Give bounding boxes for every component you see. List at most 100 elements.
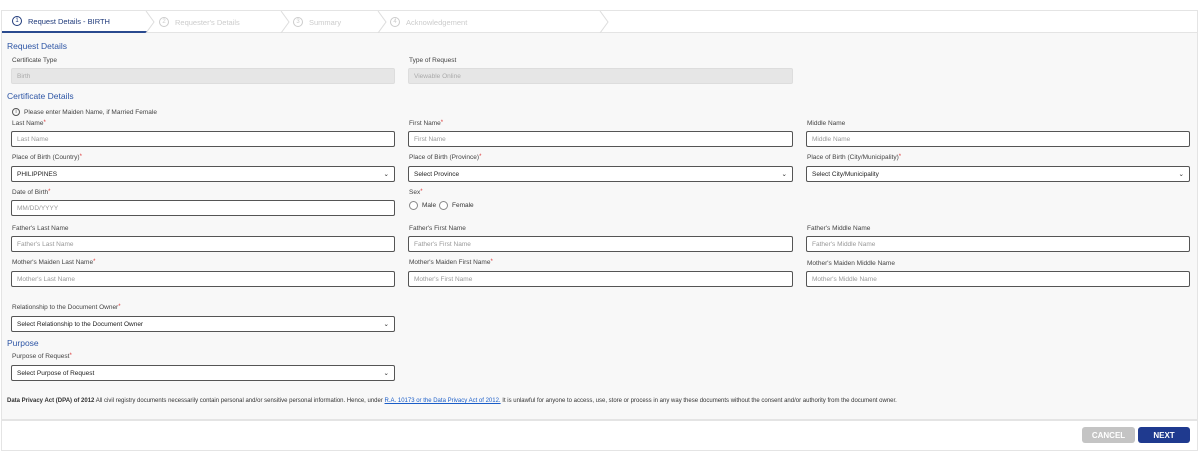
required-mark: * (440, 120, 444, 126)
mother-middle-name-input[interactable]: Mother's Middle Name (806, 271, 1190, 287)
mother-first-name-input[interactable]: Mother's First Name (408, 271, 793, 287)
label-text: Purpose of Request (12, 353, 70, 360)
chevron-divider-icon (599, 11, 609, 33)
chevron-down-icon: ⌄ (383, 370, 389, 377)
middle-name-label: Middle Name (807, 120, 846, 127)
type-of-request-field: Viewable Online (408, 68, 793, 84)
footer-bar (1, 420, 1198, 451)
chevron-down-icon: ⌄ (383, 321, 389, 328)
required-mark: * (420, 189, 423, 195)
selected-value: Select Purpose of Request (17, 369, 95, 377)
label-text: Mother's Maiden First Name (409, 259, 491, 266)
radio-icon[interactable] (439, 201, 448, 210)
section-heading-certificate-details: Certificate Details (7, 91, 74, 101)
mother-first-name-label: Mother's Maiden First Name* (409, 259, 493, 266)
step-requesters-details[interactable]: 2 Requester's Details (159, 11, 240, 33)
mother-last-name-label: Mother's Maiden Last Name* (12, 259, 95, 266)
data-privacy-notice: Data Privacy Act (DPA) of 2012 All civil… (7, 398, 897, 404)
maiden-name-note: i Please enter Maiden Name, if Married Fe… (12, 108, 157, 116)
mother-last-name-input[interactable]: Mother's Last Name (11, 271, 395, 287)
purpose-select[interactable]: Select Purpose of Request ⌄ (11, 365, 395, 381)
chevron-down-icon: ⌄ (383, 171, 389, 178)
last-name-input[interactable]: Last Name (11, 131, 395, 147)
required-mark: * (490, 259, 493, 265)
step-number: 3 (293, 17, 303, 27)
father-middle-name-label: Father's Middle Name (807, 225, 871, 232)
label-text: Last Name (12, 120, 44, 127)
pob-city-label: Place of Birth (City/Municipality)* (807, 154, 901, 161)
radio-label: Female (452, 202, 474, 209)
step-label: Acknowledgement (406, 17, 468, 27)
label-text: Place of Birth (City/Municipality) (807, 154, 899, 161)
chevron-down-icon: ⌄ (781, 171, 787, 178)
pob-province-select[interactable]: Select Province ⌄ (408, 166, 793, 182)
section-heading-purpose: Purpose (7, 338, 39, 348)
label-text: First Name (409, 120, 441, 127)
step-label: Request Details - BIRTH (28, 16, 110, 26)
relationship-label: Relationship to the Document Owner* (12, 304, 121, 311)
sex-radio-male[interactable]: Male (409, 201, 436, 210)
father-middle-name-input[interactable]: Father's Middle Name (806, 236, 1190, 252)
label-text: Mother's Maiden Last Name (12, 259, 94, 266)
selected-value: Select Relationship to the Document Owne… (17, 320, 144, 328)
chevron-divider-icon (377, 11, 387, 33)
relationship-select[interactable]: Select Relationship to the Document Owne… (11, 316, 395, 332)
last-name-label: Last Name* (12, 120, 46, 127)
type-of-request-label: Type of Request (409, 57, 457, 64)
required-mark: * (93, 259, 96, 265)
step-request-details[interactable]: 1 Request Details - BIRTH (2, 11, 147, 33)
required-mark: * (69, 353, 72, 359)
required-mark: * (118, 304, 121, 310)
pob-province-label: Place of Birth (Province)* (409, 154, 481, 161)
dob-input[interactable]: MM/DD/YYYY (11, 200, 395, 216)
first-name-input[interactable]: First Name (408, 131, 793, 147)
father-first-name-label: Father's First Name (409, 225, 466, 232)
selected-value: PHILIPPINES (17, 170, 58, 178)
required-mark: * (479, 154, 482, 160)
required-mark: * (43, 120, 46, 126)
pob-country-select[interactable]: PHILIPPINES ⌄ (11, 166, 395, 182)
selected-value: Select Province (414, 170, 460, 178)
father-last-name-label: Father's Last Name (12, 225, 69, 232)
privacy-text: It is unlawful for anyone to access, use… (500, 398, 897, 404)
selected-value: Select City/Municipality (812, 170, 879, 178)
label-text: Relationship to the Document Owner (12, 304, 119, 311)
required-mark: * (48, 189, 51, 195)
label-text: Place of Birth (Province) (409, 154, 480, 161)
mother-middle-name-label: Mother's Maiden Middle Name (807, 260, 895, 267)
privacy-text: All civil registry documents necessarily… (94, 398, 385, 404)
middle-name-input[interactable]: Middle Name (806, 131, 1190, 147)
chevron-divider-icon (280, 11, 290, 33)
label-text: Place of Birth (Country) (12, 154, 80, 161)
step-number: 2 (159, 17, 169, 27)
pob-country-label: Place of Birth (Country)* (12, 154, 82, 161)
radio-icon[interactable] (409, 201, 418, 210)
chevron-divider-icon (145, 11, 155, 33)
cancel-button[interactable]: CANCEL (1082, 427, 1135, 443)
step-number: 1 (12, 16, 22, 26)
step-summary[interactable]: 3 Summary (293, 11, 341, 33)
step-acknowledgement[interactable]: 4 Acknowledgement (390, 11, 467, 33)
pob-city-select[interactable]: Select City/Municipality ⌄ (806, 166, 1190, 182)
step-label: Summary (309, 17, 342, 27)
purpose-label: Purpose of Request* (12, 353, 72, 360)
section-heading-request-details: Request Details (7, 41, 68, 51)
stepper: 1 Request Details - BIRTH 2 Requester's De… (2, 11, 1197, 33)
first-name-label: First Name* (409, 120, 443, 127)
step-label: Requester's Details (175, 17, 240, 27)
dob-label: Date of Birth* (12, 189, 50, 196)
next-button[interactable]: NEXT (1138, 427, 1190, 443)
radio-label: Male (422, 202, 437, 209)
note-text: Please enter Maiden Name, if Married Fem… (24, 108, 157, 116)
info-icon: i (12, 108, 20, 116)
father-last-name-input[interactable]: Father's Last Name (11, 236, 395, 252)
label-text: Sex (409, 189, 421, 196)
father-first-name-input[interactable]: Father's First Name (408, 236, 793, 252)
privacy-title: Data Privacy Act (DPA) of 2012 (7, 398, 95, 404)
sex-label: Sex* (409, 189, 423, 196)
sex-radio-female[interactable]: Female (439, 201, 474, 210)
data-privacy-act-link[interactable]: R.A. 10173 or the Data Privacy Act of 20… (385, 398, 501, 404)
required-mark: * (898, 154, 902, 160)
label-text: Date of Birth (12, 189, 49, 196)
certificate-type-label: Certificate Type (12, 57, 58, 64)
